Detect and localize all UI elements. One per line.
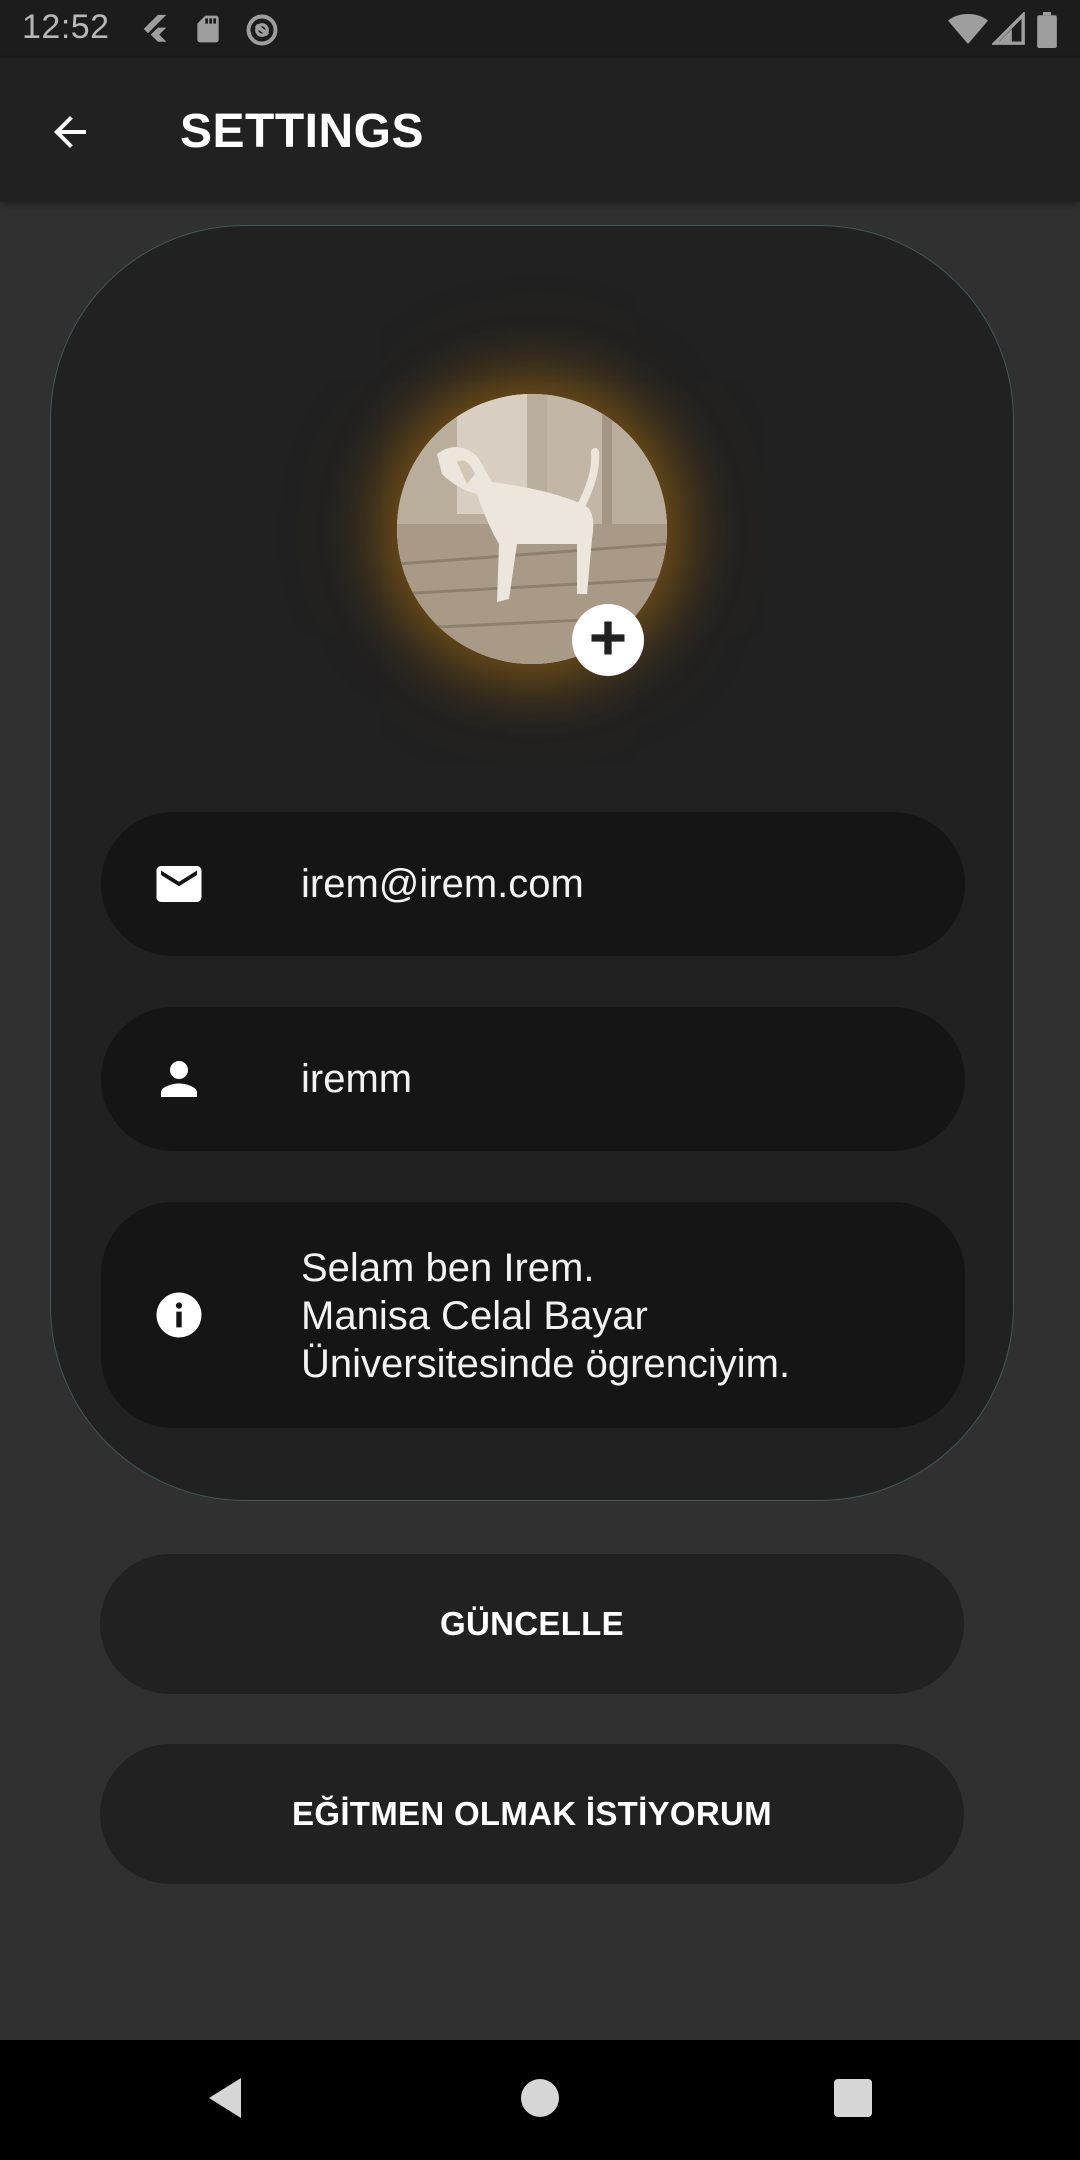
cell-signal-icon bbox=[990, 10, 1026, 51]
update-button[interactable]: GÜNCELLE bbox=[100, 1554, 964, 1694]
nav-recents-button[interactable] bbox=[808, 2060, 898, 2140]
bio-value: Selam ben Irem. Manisa Celal Bayar Ünive… bbox=[301, 1246, 791, 1386]
back-button[interactable] bbox=[30, 94, 110, 174]
nav-home-icon bbox=[521, 2078, 559, 2122]
plus-icon bbox=[586, 616, 630, 665]
arrow-back-icon bbox=[46, 108, 94, 161]
email-field[interactable]: irem@irem.com bbox=[101, 812, 965, 956]
flutter-icon bbox=[138, 12, 172, 51]
nav-home-button[interactable] bbox=[495, 2060, 585, 2140]
wifi-icon bbox=[948, 12, 988, 51]
sync-icon bbox=[244, 12, 280, 53]
app-bar: SETTINGS bbox=[0, 58, 1080, 202]
nav-back-button[interactable] bbox=[180, 2060, 270, 2140]
username-value: iremm bbox=[301, 1057, 413, 1101]
email-value: irem@irem.com bbox=[301, 862, 584, 906]
email-icon bbox=[151, 856, 207, 912]
person-icon bbox=[151, 1051, 207, 1107]
become-instructor-button[interactable]: EĞİTMEN OLMAK İSTİYORUM bbox=[100, 1744, 964, 1884]
status-bar: 12:52 bbox=[0, 0, 1080, 58]
navigation-bar bbox=[0, 2040, 1080, 2160]
info-icon bbox=[151, 1287, 207, 1343]
nav-recents-icon bbox=[834, 2078, 872, 2122]
battery-icon bbox=[1036, 12, 1058, 53]
bio-field[interactable]: Selam ben Irem. Manisa Celal Bayar Ünive… bbox=[101, 1202, 965, 1428]
status-time: 12:52 bbox=[22, 8, 110, 46]
sd-card-icon bbox=[192, 12, 224, 51]
nav-back-icon bbox=[205, 2076, 245, 2125]
username-field[interactable]: iremm bbox=[101, 1007, 965, 1151]
add-photo-button[interactable] bbox=[572, 604, 644, 676]
page-title: SETTINGS bbox=[180, 105, 425, 158]
avatar-container bbox=[397, 394, 667, 676]
profile-card: irem@irem.com iremm Selam ben Irem. Mani… bbox=[50, 225, 1014, 1501]
